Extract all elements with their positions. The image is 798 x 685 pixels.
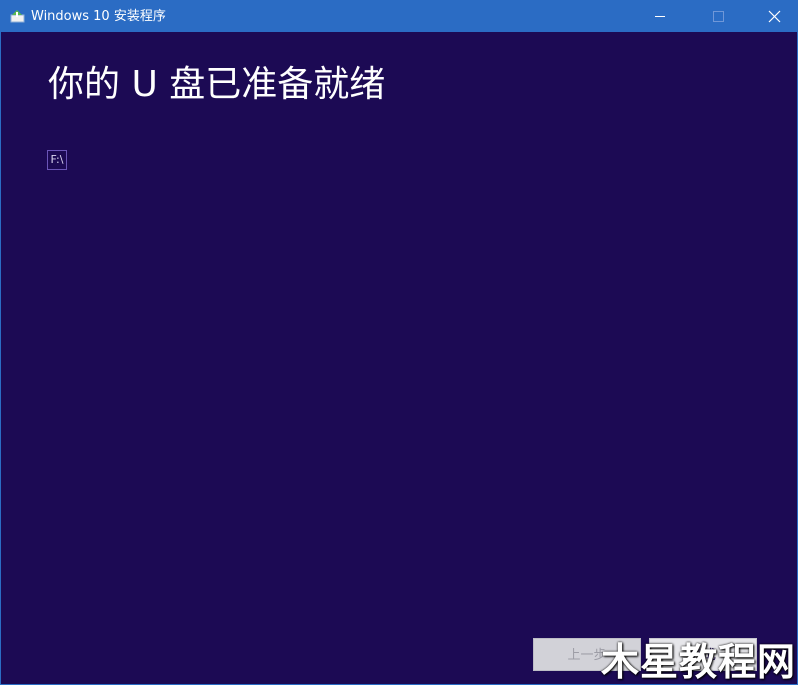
back-button[interactable]: 上一步: [533, 638, 641, 671]
maximize-button[interactable]: [695, 1, 741, 32]
page-title: 你的 U 盘已准备就绪: [48, 64, 386, 105]
close-button[interactable]: [751, 1, 797, 32]
setup-window: Windows 10 安装程序 你的 U 盘已准备就绪 F:\ 上一步 完成: [0, 0, 798, 685]
title-bar[interactable]: Windows 10 安装程序: [1, 1, 797, 32]
close-icon: [768, 10, 781, 23]
usb-drive-link[interactable]: F:\: [47, 150, 67, 170]
window-title: Windows 10 安装程序: [31, 9, 166, 24]
finish-button[interactable]: 完成: [649, 638, 757, 671]
minimize-icon: [655, 16, 665, 17]
maximize-icon: [713, 11, 724, 22]
setup-app-icon: [10, 10, 25, 23]
minimize-button[interactable]: [637, 1, 683, 32]
